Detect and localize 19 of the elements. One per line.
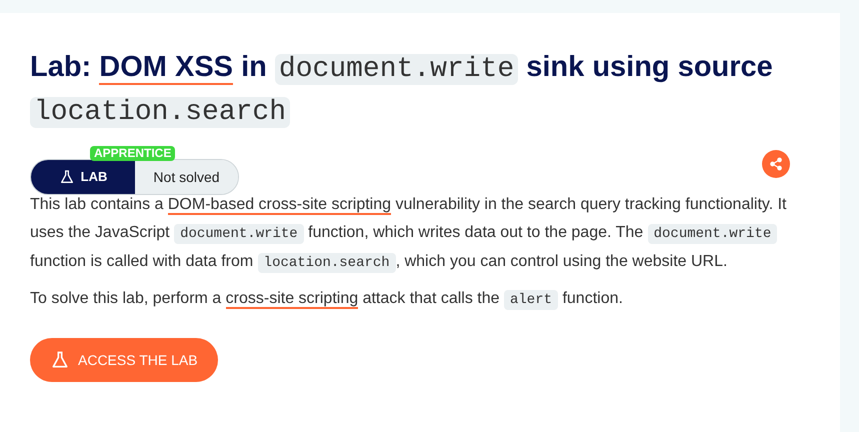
- page-title: Lab: DOM XSS in document.write sink using source location.search: [30, 50, 774, 130]
- share-icon: [769, 157, 783, 171]
- share-button[interactable]: [762, 150, 790, 178]
- description-paragraph: This lab contains a DOM-based cross-site scripting vulnerability in the search query tracking functionality. It uses the JavaScript document.write function, which writes data out to the page. The document.write function is called with data from location.search , which you can control using the website URL.: [30, 195, 788, 275]
- status-label: Not solved: [135, 160, 238, 194]
- link[interactable]: DOM XSS: [99, 51, 234, 85]
- inline-code: document.write: [174, 224, 304, 244]
- description-paragraph: To solve this lab, perform a cross-site scripting attack that calls the alert function.: [30, 289, 624, 312]
- inline-code: alert: [504, 290, 558, 310]
- inline-code: document.write: [274, 54, 518, 85]
- inline-code: document.write: [648, 224, 778, 244]
- flask-icon: [58, 169, 75, 185]
- inline-code: location.search: [258, 253, 396, 273]
- inline-code: location.search: [30, 97, 290, 128]
- flask-icon: [50, 350, 70, 370]
- lab-tag: LAB: [31, 160, 135, 194]
- link[interactable]: cross-site scripting: [226, 290, 358, 309]
- link[interactable]: DOM-based cross-site scripting: [168, 196, 392, 215]
- level-badge: APPRENTICE: [90, 146, 176, 161]
